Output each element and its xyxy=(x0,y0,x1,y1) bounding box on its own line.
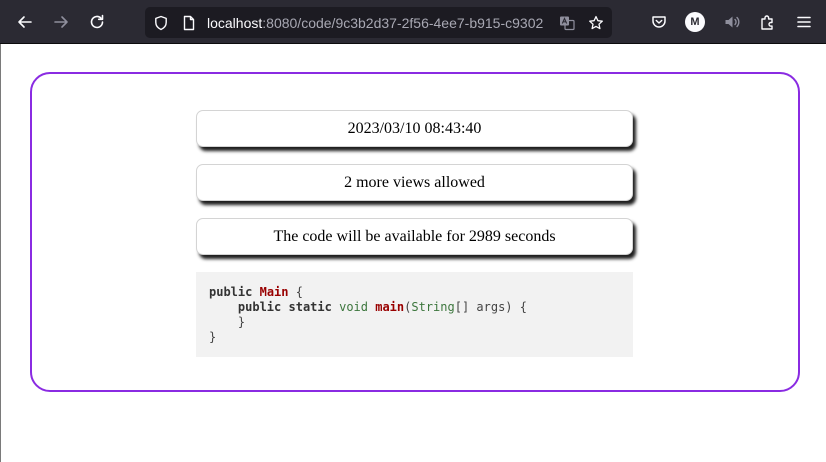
pocket-icon xyxy=(652,16,666,28)
code-line: } xyxy=(209,330,633,345)
code-token: public xyxy=(209,285,253,299)
code-token: public xyxy=(237,300,282,314)
reload-button[interactable] xyxy=(83,8,111,36)
code-date: 2023/03/10 08:43:40 xyxy=(347,119,482,137)
url-text[interactable]: localhost:8080/code/9c3b2d37-2f56-4ee7-b… xyxy=(207,15,552,31)
code-token: } xyxy=(209,315,246,329)
extensions-button[interactable] xyxy=(754,8,782,36)
time-card: The code will be available for 2989 seco… xyxy=(196,218,633,255)
back-button[interactable] xyxy=(11,8,39,36)
views-remaining: 2 more views allowed xyxy=(344,173,485,191)
avatar-letter: M xyxy=(690,15,700,28)
mute-button[interactable] xyxy=(718,8,746,36)
url-host: localhost xyxy=(207,15,263,31)
code-token: Main xyxy=(259,285,289,299)
code-token: String xyxy=(411,300,455,314)
forward-button[interactable] xyxy=(47,8,75,36)
menu-button[interactable] xyxy=(790,8,818,36)
url-path: :8080/code/9c3b2d37-2f56-4ee7-b915-c9302 xyxy=(262,15,544,31)
page-info-icon[interactable] xyxy=(179,13,199,33)
code-token: [] args) { xyxy=(454,300,527,314)
code-line: } xyxy=(209,315,633,330)
arrow-left-icon xyxy=(18,16,32,28)
code-token: { xyxy=(288,285,303,299)
views-card: 2 more views allowed xyxy=(196,164,633,201)
code-line: public Main { xyxy=(209,285,633,300)
puzzle-icon xyxy=(761,15,773,30)
account-avatar[interactable]: M xyxy=(685,12,705,32)
bookmark-star-icon[interactable] xyxy=(586,13,606,33)
browser-toolbar: localhost:8080/code/9c3b2d37-2f56-4ee7-b… xyxy=(0,0,826,44)
speaker-icon xyxy=(725,16,740,28)
time-remaining: The code will be available for 2989 seco… xyxy=(273,227,556,245)
window-edge xyxy=(0,44,1,462)
code-snippet: public Main { public static void main(St… xyxy=(196,272,633,357)
code-token: } xyxy=(209,330,217,344)
code-token: main xyxy=(375,300,405,314)
address-bar[interactable]: localhost:8080/code/9c3b2d37-2f56-4ee7-b… xyxy=(145,7,612,38)
reload-icon xyxy=(90,14,104,29)
pocket-button[interactable] xyxy=(645,8,673,36)
arrow-right-icon xyxy=(54,16,68,28)
code-token: static xyxy=(288,300,332,314)
shield-icon[interactable] xyxy=(151,13,171,33)
date-card: 2023/03/10 08:43:40 xyxy=(196,110,633,147)
code-line: public static void main(String[] args) { xyxy=(209,300,633,315)
translate-icon[interactable] xyxy=(557,13,577,33)
hamburger-menu-icon xyxy=(797,16,811,28)
code-token: void xyxy=(339,300,368,314)
code-block: public Main { public static void main(St… xyxy=(209,285,633,345)
